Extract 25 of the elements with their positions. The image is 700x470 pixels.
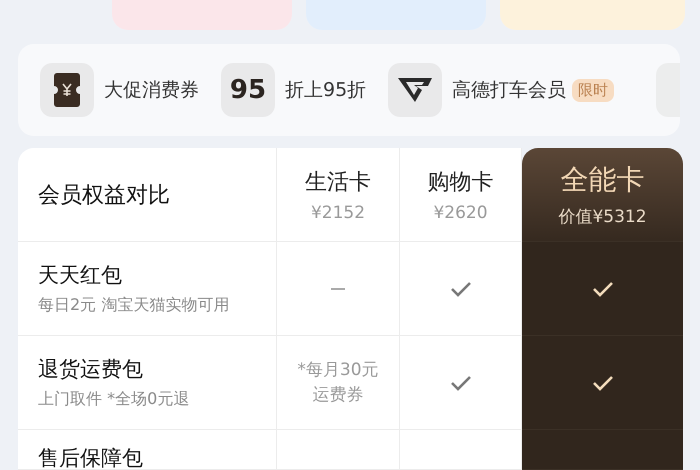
plan-name: 全能卡 [560, 162, 644, 198]
benefit-description: 每日2元 淘宝天猫实物可用 [38, 295, 230, 316]
ticket-icon [54, 73, 80, 107]
benefit-name: 售后保障包 [38, 445, 143, 470]
limited-badge: 限时 [572, 78, 614, 102]
plan-header[interactable]: 购物卡 ¥2620 [400, 148, 522, 242]
banner-card[interactable] [500, 0, 685, 30]
featured-plan-header[interactable]: 全能卡 价值¥5312 [522, 148, 683, 242]
cell-text: 运费券 [312, 384, 364, 406]
perk-label[interactable]: 大促消费券 [104, 77, 199, 103]
benefit-name: 退货运费包 [38, 356, 143, 383]
benefit-description: 上门取件 *全场0元退 [38, 389, 190, 410]
perk-label[interactable]: 高德打车会员 [452, 77, 566, 103]
plan-name: 购物卡 [428, 168, 494, 196]
plan-price: ¥2152 [310, 202, 366, 222]
benefit-name: 天天红包 [38, 262, 122, 289]
plan-name: 生活卡 [305, 168, 371, 196]
plan-header[interactable]: 生活卡 ¥2152 [277, 148, 400, 242]
plan-price: 价值¥5312 [558, 206, 647, 228]
plan-price: ¥2620 [433, 202, 488, 222]
number-icon: 95 [230, 75, 266, 105]
cell-text: *每月30元 [297, 358, 379, 382]
table-title: 会员权益对比 [38, 182, 170, 210]
logo-icon [398, 76, 432, 104]
perk-label[interactable]: 折上95折 [285, 77, 366, 103]
